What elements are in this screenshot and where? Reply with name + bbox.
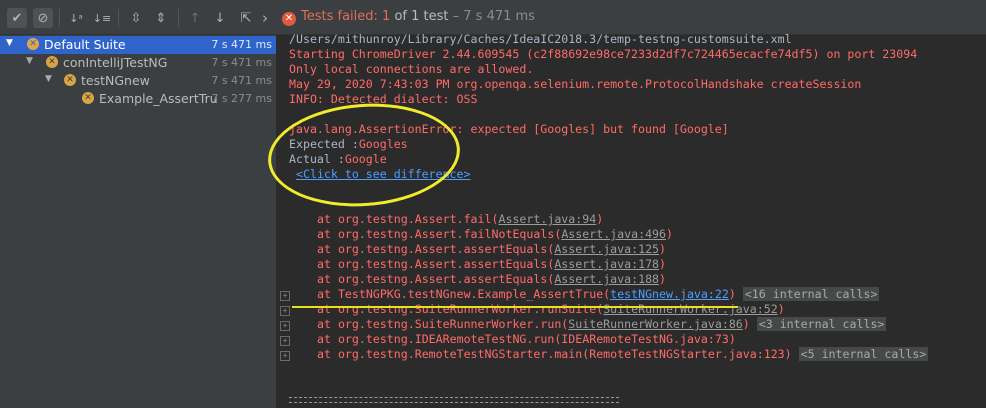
- tree-item-label: Default Suite: [44, 37, 126, 52]
- console-line: May 29, 2020 7:43:03 PM org.openqa.selen…: [289, 77, 862, 91]
- expand-arrow-icon[interactable]: ▼: [26, 56, 33, 66]
- test-status: ✕ Tests failed: 1 of 1 test – 7 s 471 ms: [282, 9, 535, 26]
- tree-item-time: 7 s 471 ms: [211, 74, 272, 87]
- stack-frame: at org.testng.SuiteRunnerWorker.run(Suit…: [317, 317, 887, 331]
- source-link[interactable]: Assert.java:496: [561, 227, 666, 241]
- total-count: of 1 test: [390, 9, 449, 24]
- expand-arrow-icon[interactable]: ▼: [45, 74, 52, 84]
- source-link[interactable]: testNGnew.java:22: [610, 287, 729, 301]
- source-link[interactable]: Assert.java:94: [498, 212, 596, 226]
- internal-calls-chip[interactable]: <3 internal calls>: [756, 317, 887, 331]
- fail-icon: ✕: [27, 38, 39, 50]
- internal-calls-chip[interactable]: <5 internal calls>: [798, 347, 929, 361]
- arrow-up-icon[interactable]: ↑: [185, 8, 205, 28]
- toolbar-divider: [178, 9, 179, 27]
- stack-frame: at org.testng.SuiteRunnerWorker.runSuite…: [317, 302, 785, 316]
- expand-arrow-icon[interactable]: ▼: [6, 38, 13, 48]
- collapse-all-icon[interactable]: ⇕: [151, 8, 171, 28]
- stack-frame: at TestNGPKG.testNGnew.Example_AssertTru…: [317, 287, 880, 301]
- chevron-right-icon[interactable]: ›: [258, 8, 272, 28]
- tree-item-label: Example_AssertTru: [99, 91, 217, 106]
- tree-item-conintellijtestng[interactable]: ▼ ✕ conIntelliJTestNG 7 s 471 ms: [0, 54, 276, 72]
- expand-fold-icon[interactable]: +: [280, 336, 290, 346]
- source-link[interactable]: Assert.java:188: [554, 272, 659, 286]
- tree-item-label: conIntelliJTestNG: [63, 55, 168, 70]
- arrow-down-icon[interactable]: ↓: [210, 8, 230, 28]
- export-icon[interactable]: ⇱: [236, 8, 256, 28]
- source-link[interactable]: Assert.java:125: [554, 242, 659, 256]
- console-line: Starting ChromeDriver 2.44.609545 (c2f88…: [289, 47, 918, 61]
- console-line: /Users/mithunroy/Library/Caches/IdeaIC20…: [289, 32, 792, 46]
- status-label: Tests failed:: [301, 9, 383, 24]
- highlight-underline: [292, 306, 738, 308]
- internal-calls-chip[interactable]: <16 internal calls>: [742, 287, 880, 301]
- source-link[interactable]: Assert.java:178: [554, 257, 659, 271]
- stack-frame: at org.testng.Assert.assertEquals(Assert…: [317, 257, 667, 271]
- sort-alphabetically-icon[interactable]: ↓ᵃ: [66, 8, 86, 28]
- stack-frame: at org.testng.IDEARemoteTestNG.run(IDEAR…: [317, 332, 736, 346]
- stack-frame: at org.testng.Assert.assertEquals(Assert…: [317, 272, 667, 286]
- source-link[interactable]: SuiteRunnerWorker.java:86: [568, 317, 743, 331]
- test-runner-toolbar: ✔ ⊘ ↓ᵃ ↓≡ ⇳ ⇕ ↑ ↓ ⇱ › ✕ Tests failed: 1 o…: [0, 0, 986, 35]
- expand-all-icon[interactable]: ⇳: [126, 8, 146, 28]
- tree-item-default-suite[interactable]: ▼ ✕ Default Suite 7 s 471 ms: [0, 36, 276, 54]
- tree-item-time: 7 s 471 ms: [211, 38, 272, 51]
- tree-item-time: 7 s 471 ms: [211, 56, 272, 69]
- tree-item-time: 7 s 277 ms: [211, 92, 272, 105]
- expand-fold-icon[interactable]: +: [280, 306, 290, 316]
- source-link[interactable]: SuiteRunnerWorker.java:52: [603, 302, 778, 316]
- console-line: Only local connections are allowed.: [289, 62, 534, 76]
- test-tree: ▼ ✕ Default Suite 7 s 471 ms ▼ ✕ conInte…: [0, 35, 277, 408]
- tree-item-label: testNGnew: [81, 73, 150, 88]
- sort-duration-icon[interactable]: ↓≡: [92, 8, 112, 28]
- tree-item-example-asserttrue[interactable]: ✕ Example_AssertTru 7 s 277 ms: [0, 90, 276, 108]
- expand-fold-icon[interactable]: +: [280, 321, 290, 331]
- stack-frame: at org.testng.Assert.assertEquals(Assert…: [317, 242, 667, 256]
- expand-fold-icon[interactable]: +: [280, 351, 290, 361]
- fail-icon: ✕: [46, 56, 58, 68]
- fail-icon: ✕: [282, 12, 296, 26]
- checkmark-icon[interactable]: ✔: [7, 8, 27, 28]
- stack-frame: at org.testng.Assert.failNotEquals(Asser…: [317, 227, 673, 241]
- stack-frame: at org.testng.Assert.fail(Assert.java:94…: [317, 212, 604, 226]
- tree-item-testngnew[interactable]: ▼ ✕ testNGnew 7 s 471 ms: [0, 72, 276, 90]
- fail-icon: ✕: [64, 74, 76, 86]
- expand-fold-icon[interactable]: +: [280, 291, 290, 301]
- toolbar-divider: [59, 9, 60, 27]
- total-time: – 7 s 471 ms: [448, 9, 535, 24]
- console-output[interactable]: /Users/mithunroy/Library/Caches/IdeaIC20…: [277, 32, 986, 408]
- fail-icon: ✕: [82, 92, 94, 104]
- toolbar-divider: [118, 9, 119, 27]
- separator-line: [289, 397, 619, 403]
- stack-frame: at org.testng.RemoteTestNGStarter.main(R…: [317, 347, 929, 361]
- ignored-icon[interactable]: ⊘: [33, 8, 53, 28]
